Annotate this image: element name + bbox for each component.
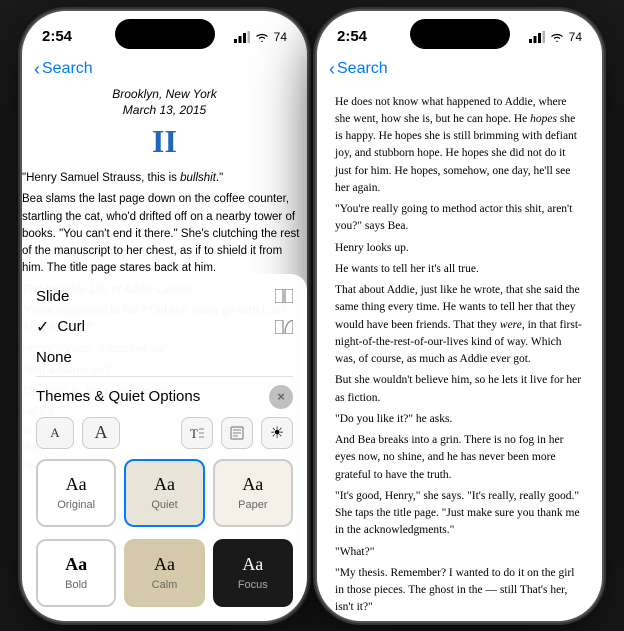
right-para-5: That about Addie, just like he wrote, th… bbox=[335, 282, 584, 368]
book-header: Brooklyn, New YorkMarch 13, 2015 II bbox=[22, 86, 307, 161]
text-style-icon: T bbox=[189, 426, 205, 440]
battery-icon: 74 bbox=[274, 30, 287, 44]
dynamic-island-right bbox=[410, 19, 510, 49]
back-chevron-icon: ‹ bbox=[34, 59, 40, 80]
svg-text:T: T bbox=[190, 426, 198, 440]
scroll-options: Slide ✓ Curl None bbox=[22, 274, 307, 376]
font-style-button[interactable]: T bbox=[181, 417, 213, 449]
theme-focus-label: Focus bbox=[238, 579, 268, 591]
scroll-option-none[interactable]: None bbox=[36, 343, 293, 372]
wifi-icon bbox=[254, 31, 270, 43]
right-para-3: Henry looks up. bbox=[335, 240, 584, 257]
status-time-left: 2:54 bbox=[42, 28, 72, 45]
book-text-right: He does not know what happened to Addie,… bbox=[317, 86, 602, 621]
themes-header: Themes & Quiet Options × bbox=[22, 377, 307, 413]
theme-quiet-label: Quiet bbox=[151, 499, 177, 511]
overlay-panel: Slide ✓ Curl None bbox=[22, 274, 307, 621]
font-increase-button[interactable]: A bbox=[82, 417, 120, 449]
right-para-2: "You're really going to method actor thi… bbox=[335, 201, 584, 236]
book-chapter: II bbox=[22, 123, 307, 160]
curl-label: Curl bbox=[57, 318, 275, 335]
back-chevron-icon-right: ‹ bbox=[329, 59, 335, 80]
theme-original-label: Original bbox=[57, 499, 95, 511]
brightness-icon: ☀ bbox=[270, 423, 284, 443]
right-para-11: "My thesis. Remember? I wanted to do it … bbox=[335, 565, 584, 617]
book-content-right: He does not know what happened to Addie,… bbox=[317, 86, 602, 621]
brightness-button[interactable]: ☀ bbox=[261, 417, 293, 449]
theme-card-bold[interactable]: Aa Bold bbox=[36, 539, 116, 607]
theme-focus-aa: Aa bbox=[242, 554, 263, 575]
theme-quiet-aa: Aa bbox=[154, 474, 175, 495]
theme-card-calm[interactable]: Aa Calm bbox=[124, 539, 204, 607]
book-para-2: Bea slams the last page down on the coff… bbox=[22, 191, 307, 277]
theme-bold-label: Bold bbox=[65, 579, 87, 591]
theme-cards-row-1: Aa Original Aa Quiet Aa Paper bbox=[22, 453, 307, 533]
right-phone: 2:54 74 ‹ bbox=[317, 11, 602, 621]
check-icon: ✓ bbox=[36, 317, 49, 337]
back-label-left: Search bbox=[42, 60, 93, 78]
nav-bar-right[interactable]: ‹ Search bbox=[317, 55, 602, 86]
right-para-7: "Do you like it?" he asks. bbox=[335, 411, 584, 428]
right-para-9: "It's good, Henry," she says. "It's real… bbox=[335, 488, 584, 540]
signal-icon bbox=[234, 31, 250, 43]
signal-icon-right bbox=[529, 31, 545, 43]
theme-card-focus[interactable]: Aa Focus bbox=[213, 539, 293, 607]
right-para-6: But she wouldn't believe him, so he lets… bbox=[335, 372, 584, 407]
theme-bold-aa: Aa bbox=[65, 554, 87, 575]
status-icons-right: 74 bbox=[529, 30, 582, 44]
close-icon: × bbox=[277, 389, 285, 404]
slide-label: Slide bbox=[36, 288, 275, 305]
back-button-right[interactable]: ‹ Search bbox=[329, 59, 388, 80]
scroll-option-curl[interactable]: ✓ Curl bbox=[36, 311, 293, 343]
back-label-right: Search bbox=[337, 60, 388, 78]
battery-right: 74 bbox=[569, 30, 582, 44]
book-para-1: "Henry Samuel Strauss, this is bullshit.… bbox=[22, 170, 307, 187]
curl-icon bbox=[275, 320, 293, 334]
font-decrease-button[interactable]: A bbox=[36, 417, 74, 449]
theme-cards-row-2: Aa Bold Aa Calm Aa Focus bbox=[22, 533, 307, 613]
font-a-large: A bbox=[95, 422, 108, 443]
status-time-right: 2:54 bbox=[337, 28, 367, 45]
page-icon bbox=[230, 426, 244, 440]
theme-paper-label: Paper bbox=[238, 499, 267, 511]
right-para-10: "What?" bbox=[335, 544, 584, 561]
back-button-left[interactable]: ‹ Search bbox=[34, 59, 93, 80]
dynamic-island bbox=[115, 19, 215, 49]
theme-calm-aa: Aa bbox=[154, 554, 175, 575]
theme-original-aa: Aa bbox=[66, 474, 87, 495]
none-label: None bbox=[36, 349, 293, 366]
right-para-8: And Bea breaks into a grin. There is no … bbox=[335, 432, 584, 484]
font-controls: A A T bbox=[22, 413, 307, 453]
nav-bar-left[interactable]: ‹ Search bbox=[22, 55, 307, 86]
right-para-4: He wants to tell her it's all true. bbox=[335, 261, 584, 278]
scroll-option-slide[interactable]: Slide bbox=[36, 282, 293, 311]
left-phone: 2:54 74 ‹ bbox=[22, 11, 307, 621]
status-icons-left: 74 bbox=[234, 30, 287, 44]
right-para-1: He does not know what happened to Addie,… bbox=[335, 94, 584, 198]
theme-card-paper[interactable]: Aa Paper bbox=[213, 459, 293, 527]
theme-card-original[interactable]: Aa Original bbox=[36, 459, 116, 527]
close-button[interactable]: × bbox=[269, 385, 293, 409]
theme-card-quiet[interactable]: Aa Quiet bbox=[124, 459, 204, 527]
themes-title: Themes & Quiet Options bbox=[36, 388, 200, 405]
theme-paper-aa: Aa bbox=[242, 474, 263, 495]
theme-calm-label: Calm bbox=[152, 579, 178, 591]
book-location: Brooklyn, New YorkMarch 13, 2015 bbox=[22, 86, 307, 120]
slide-icon bbox=[275, 289, 293, 303]
page-style-button[interactable] bbox=[221, 417, 253, 449]
wifi-icon-right bbox=[549, 31, 565, 43]
font-a-small: A bbox=[50, 425, 59, 441]
